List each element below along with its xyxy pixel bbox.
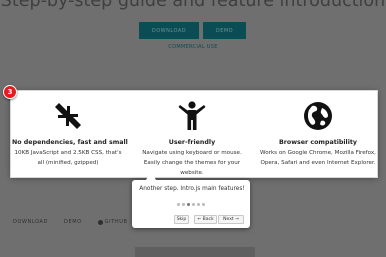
person-icon (178, 101, 206, 130)
step-bullet[interactable] (202, 203, 205, 206)
feature-description: 10KB JavaScript and 2.5KB CSS, that's al… (14, 150, 122, 166)
globe-icon (304, 102, 332, 130)
footer-nav: DOWNLOAD DEMO GITHUB (13, 219, 144, 225)
feature-title: User-friendly (168, 139, 216, 146)
footer-demo-link[interactable]: DEMO (64, 219, 82, 225)
step-number-badge: 3 (3, 85, 17, 99)
github-icon (97, 219, 103, 225)
download-button[interactable]: DOWNLOAD (139, 22, 199, 39)
step-bullets (132, 203, 250, 206)
hero-title: Step-by-step guide and feature introduct… (0, 0, 386, 11)
skip-button[interactable]: Skip (174, 215, 189, 224)
next-button[interactable]: Next → (218, 215, 244, 224)
step-bullet[interactable] (197, 203, 200, 206)
footer-download-link[interactable]: DOWNLOAD (13, 219, 48, 225)
feature-small: No dependencies, fast and small 10KB Jav… (12, 101, 128, 168)
back-button[interactable]: ← Back (194, 215, 217, 224)
footer-github-link[interactable]: GITHUB (97, 219, 128, 225)
step-bullet[interactable] (192, 203, 195, 206)
tooltip-text: Another step. Intro.js main features! (139, 186, 245, 192)
intro-tooltip: Another step. Intro.js main features! Sk… (132, 171, 250, 228)
demo-button[interactable]: DEMO (203, 22, 246, 39)
feature-browser-compatibility: Browser compatibility Works on Google Ch… (258, 101, 378, 168)
step-bullet[interactable] (182, 203, 185, 206)
feature-title: Browser compatibility (278, 139, 357, 146)
step-bullet[interactable] (177, 203, 180, 206)
commercial-use-link[interactable]: COMMERCIAL USE (0, 44, 386, 50)
footer-bar (135, 247, 255, 257)
feature-user-friendly: User-friendly Navigate using keyboard or… (136, 101, 248, 178)
feature-title: No dependencies, fast and small (12, 139, 128, 146)
footer-github-label: GITHUB (104, 219, 128, 225)
feature-description: Works on Google Chrome, Mozilla Firefox,… (260, 150, 376, 166)
step-bullet[interactable] (187, 203, 190, 206)
compress-arrows-icon (55, 103, 81, 129)
